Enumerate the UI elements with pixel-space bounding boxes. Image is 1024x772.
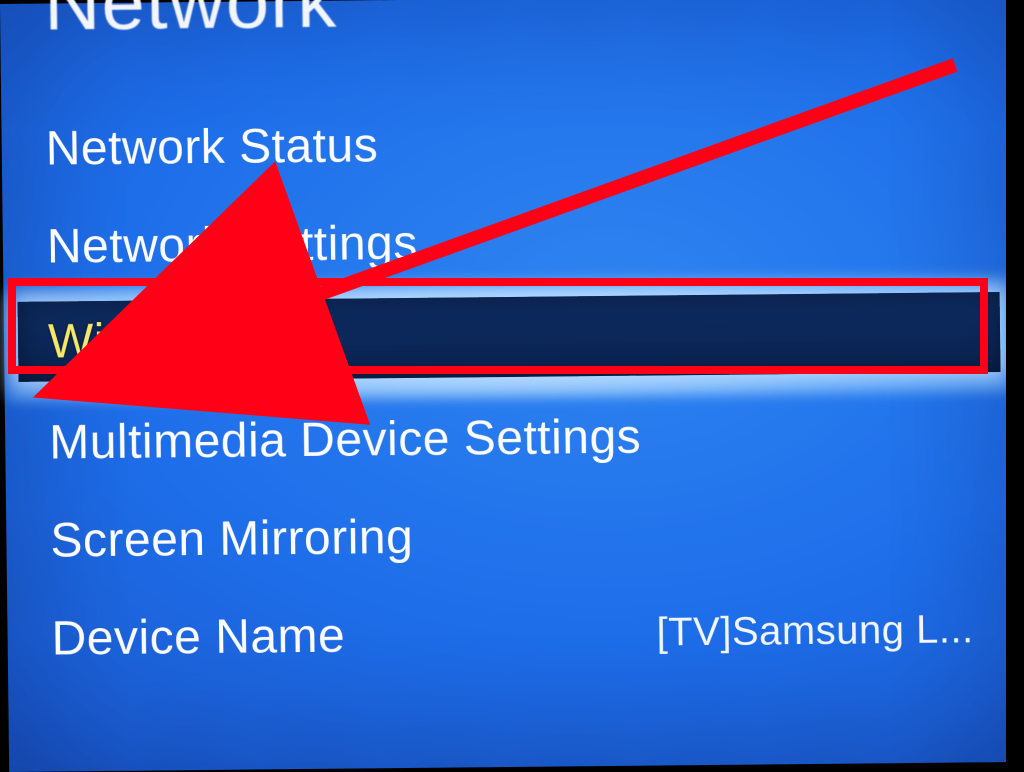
menu-item-network-status[interactable]: Network Status — [1, 90, 1008, 198]
menu-item-screen-mirroring[interactable]: Screen Mirroring — [6, 482, 1013, 590]
menu-item-wifi-direct[interactable]: Wi-Fi Direct — [4, 286, 1011, 394]
screen-bezel — [1006, 0, 1024, 768]
menu-item-label: Device Name — [51, 608, 345, 666]
menu-item-value: [TV]Samsung L... — [656, 607, 974, 655]
menu-item-device-name[interactable]: Device Name [TV]Samsung L... — [7, 580, 1014, 688]
tv-settings-screen: Network Network Status Network Settings … — [0, 0, 1015, 772]
selection-bar: Wi-Fi Direct — [18, 292, 1001, 382]
menu-item-multimedia-device-settings[interactable]: Multimedia Device Settings — [5, 384, 1012, 492]
menu-item-label: Screen Mirroring — [50, 509, 413, 568]
menu-item-network-settings[interactable]: Network Settings — [2, 188, 1009, 296]
menu-item-label: Wi-Fi Direct — [48, 311, 305, 369]
page-title: Network — [43, 0, 337, 49]
menu-item-label: Multimedia Device Settings — [49, 409, 642, 470]
network-menu: Network Status Network Settings Wi-Fi Di… — [1, 90, 1014, 688]
menu-item-label: Network Settings — [47, 215, 418, 274]
menu-item-label: Network Status — [45, 118, 378, 176]
